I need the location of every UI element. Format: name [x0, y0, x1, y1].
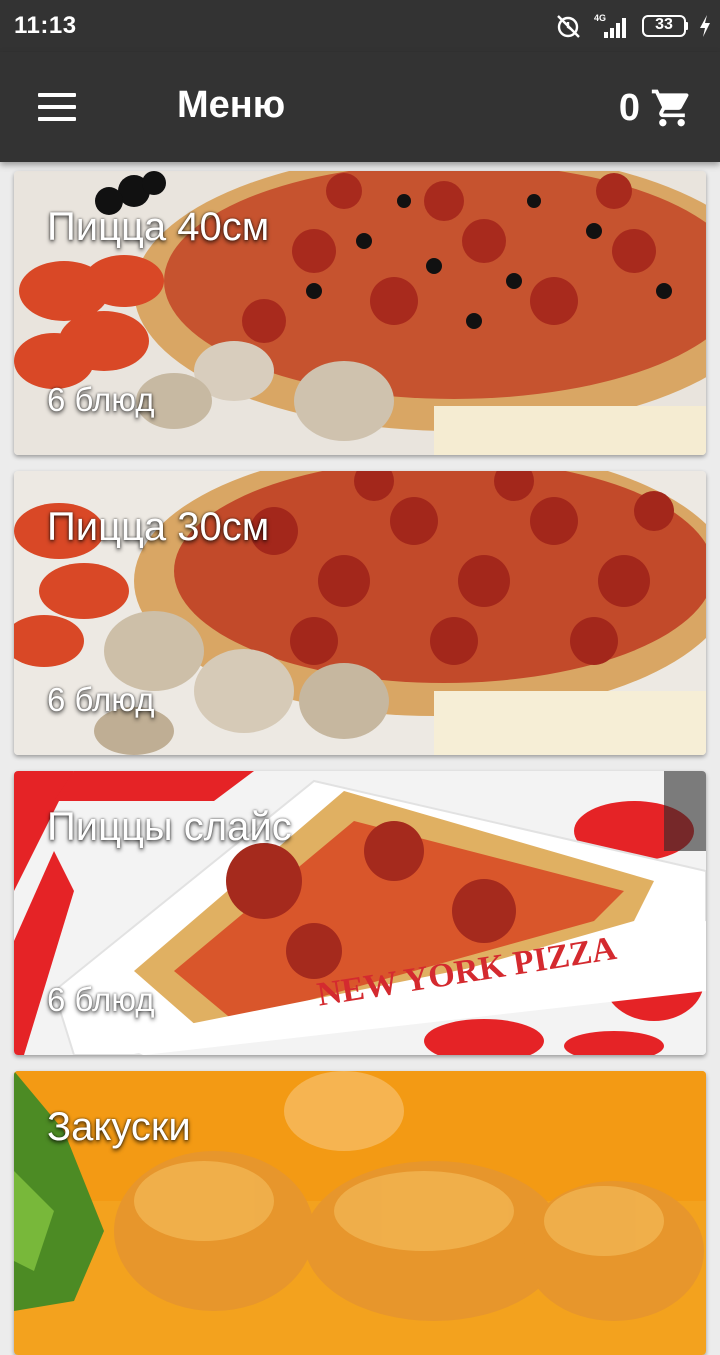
category-card-pizza-slice[interactable]: NEW YORK PIZZA Пиццы слайс 6 блюд	[14, 771, 706, 1055]
category-card-snacks[interactable]: Закуски	[14, 1071, 706, 1355]
status-bar: 11:13 4G 33	[0, 0, 720, 52]
page-title: Меню	[177, 84, 286, 126]
menu-icon[interactable]	[28, 82, 84, 132]
category-name: Закуски	[47, 1105, 191, 1149]
battery-level: 33	[655, 16, 673, 33]
app-toolbar: Меню 0	[0, 52, 720, 162]
shopping-cart-icon	[651, 89, 689, 127]
cart-button[interactable]: 0	[619, 78, 694, 138]
category-item-count: 6 блюд	[47, 681, 155, 718]
status-icons: 4G 33	[554, 10, 712, 42]
category-item-count: 6 блюд	[47, 381, 155, 418]
category-name: Пицца 40см	[47, 205, 270, 249]
cart-count: 0	[618, 86, 640, 129]
signal-icon: 4G	[594, 13, 626, 38]
status-time: 11:13	[14, 12, 77, 39]
category-card-pizza-30[interactable]: Пицца 30см 6 блюд	[14, 471, 706, 755]
network-type-label: 4G	[594, 13, 606, 23]
alarm-off-icon	[557, 15, 580, 38]
category-item-count: 6 блюд	[47, 981, 155, 1018]
charging-icon	[700, 15, 710, 37]
category-card-pizza-40[interactable]: Пицца 40см 6 блюд	[14, 171, 706, 455]
category-name: Пиццы слайс	[47, 805, 292, 849]
battery-icon: 33	[642, 15, 688, 37]
category-name: Пицца 30см	[47, 505, 270, 549]
